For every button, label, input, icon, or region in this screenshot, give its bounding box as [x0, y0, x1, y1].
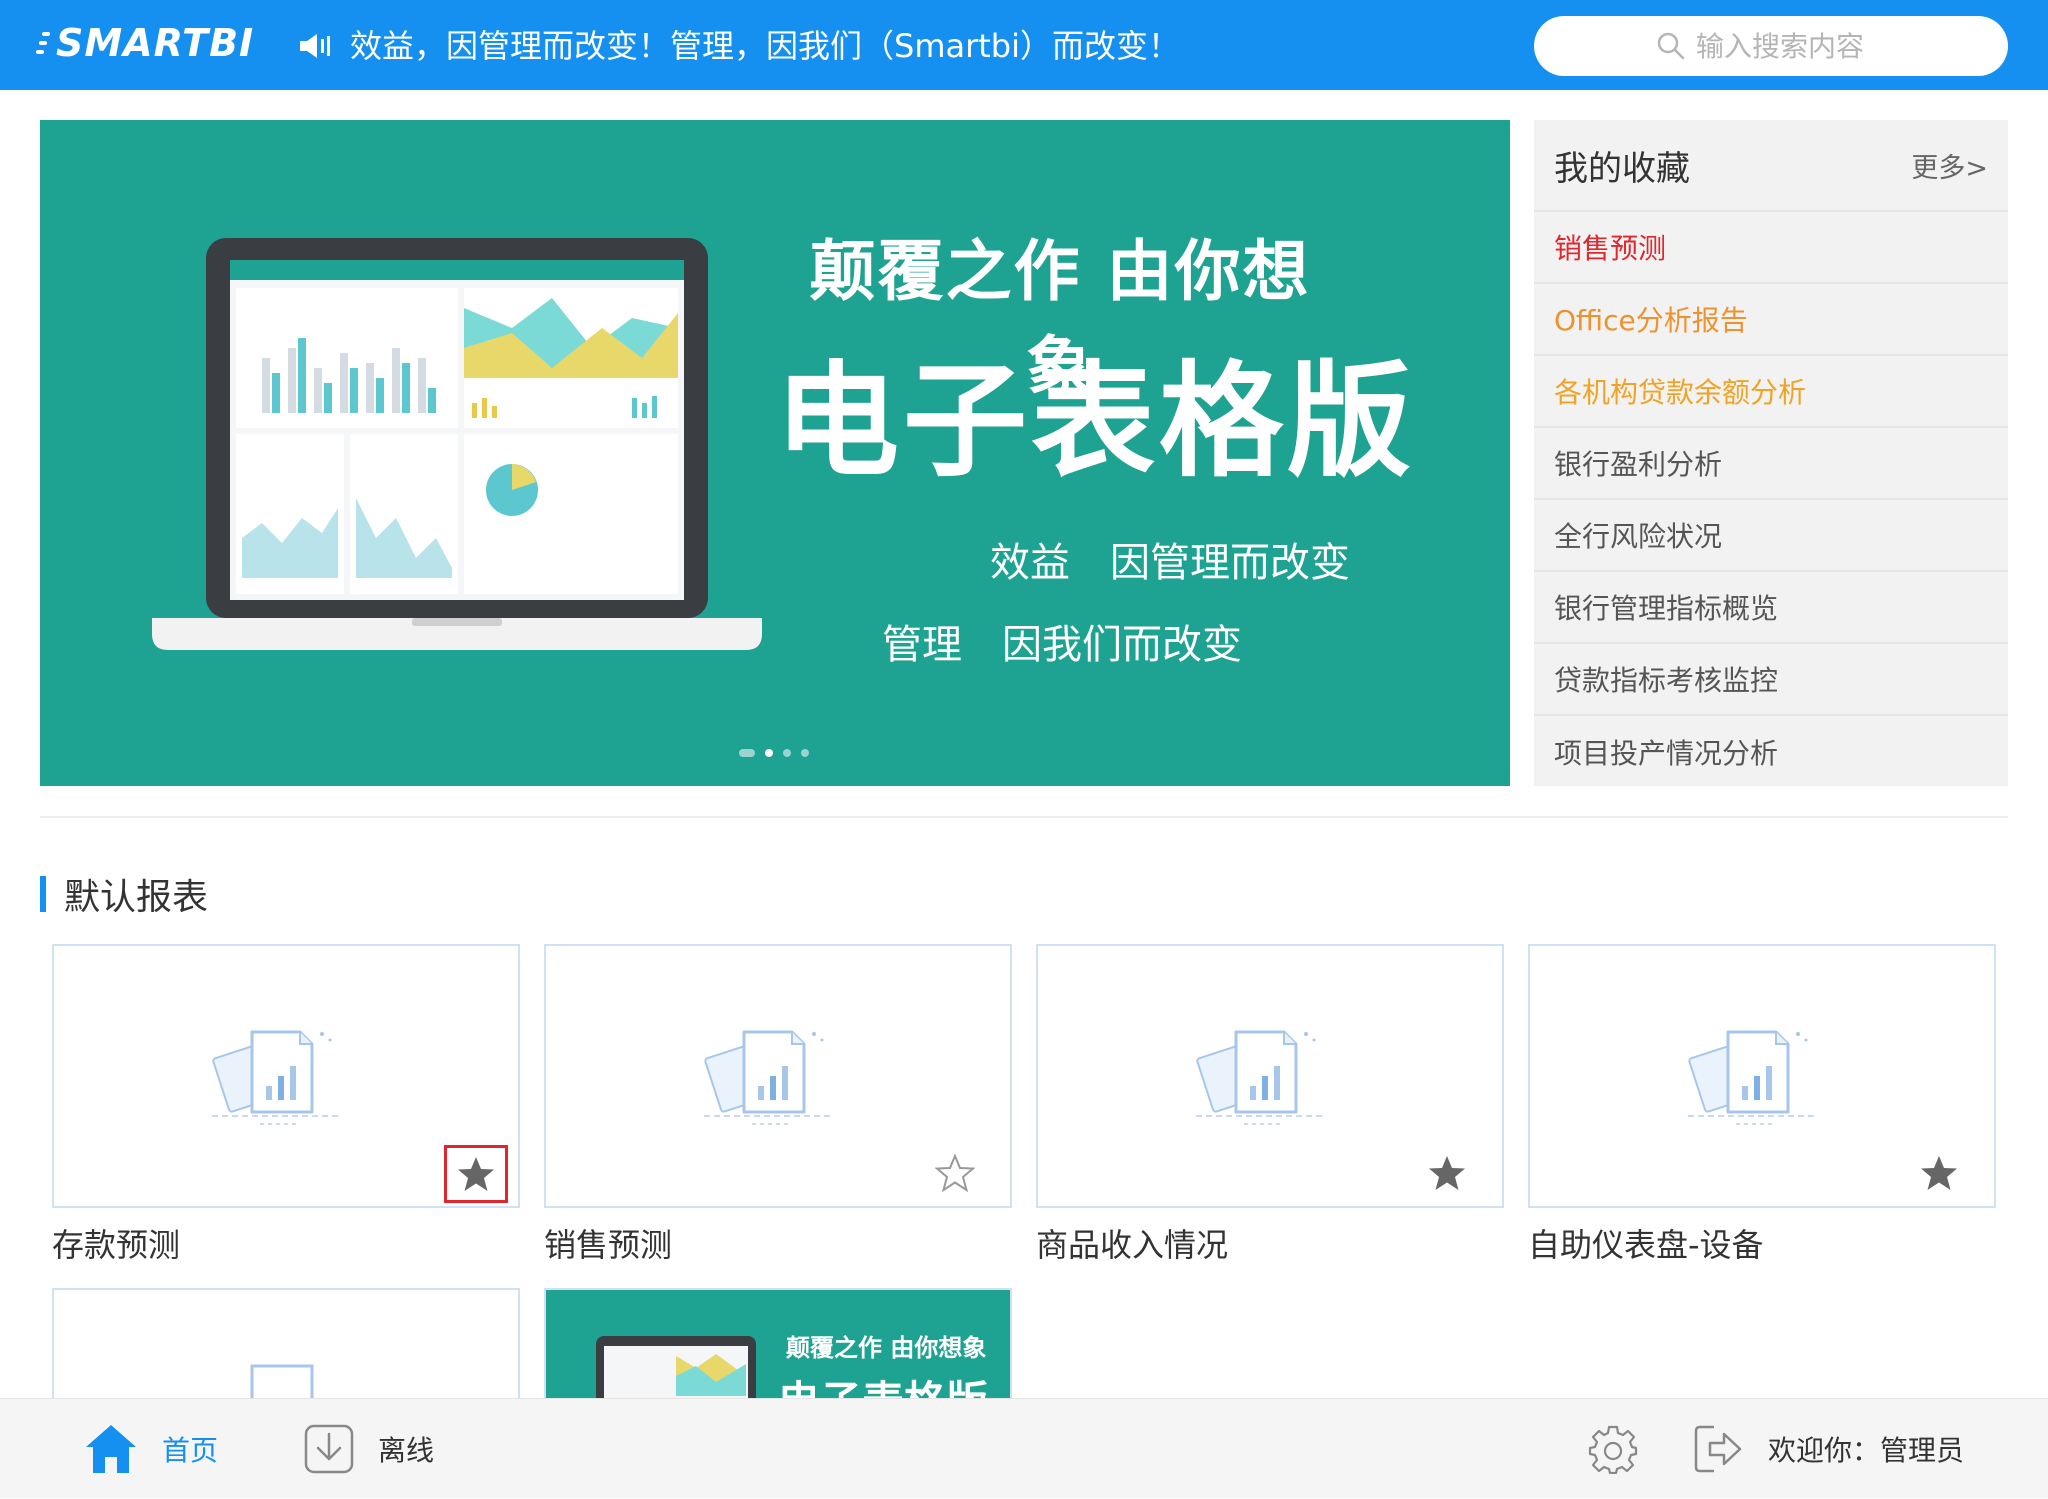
home-icon [86, 1425, 136, 1473]
report-card[interactable] [52, 944, 520, 1208]
section-header: 默认报表 [40, 872, 208, 918]
bottom-navigation: 首页 离线 欢迎你：管理员 [0, 1398, 2048, 1498]
report-card[interactable] [1036, 944, 1504, 1208]
welcome-text: 欢迎你：管理员 [1768, 1434, 1965, 1467]
report-card[interactable] [1528, 944, 1996, 1208]
star-filled-icon[interactable] [1917, 1151, 1961, 1195]
report-document-icon [212, 1028, 342, 1128]
thumbnail-subtitle: 颠覆之作 由你想象 [786, 1334, 987, 1362]
report-card[interactable] [544, 944, 1012, 1208]
star-filled-icon[interactable] [1425, 1151, 1469, 1195]
report-card-label[interactable]: 商品收入情况 [1036, 1220, 1228, 1266]
search-icon [1657, 32, 1685, 60]
logout-button[interactable]: 欢迎你：管理员 [1692, 1399, 1964, 1499]
banner-title: 电子表格版 [774, 350, 1415, 494]
favorites-header: 我的收藏 更多> [1534, 120, 2008, 212]
carousel-dot[interactable] [783, 749, 791, 757]
top-header: SMARTBI 效益，因管理而改变！管理，因我们（Smartbi）而改变！ [0, 0, 2048, 90]
report-card-label[interactable]: 销售预测 [544, 1220, 672, 1266]
favorite-item[interactable]: 银行盈利分析 [1534, 428, 2008, 500]
carousel-dot[interactable] [765, 749, 773, 757]
carousel-dot[interactable] [801, 749, 809, 757]
favorite-item[interactable]: 银行管理指标概览 [1534, 572, 2008, 644]
favorite-item[interactable]: 项目投产情况分析 [1534, 716, 2008, 788]
banner-slogan-2: 管理 因我们而改变 [882, 622, 1242, 668]
smartbi-logo[interactable]: SMARTBI [36, 18, 255, 68]
favorite-item[interactable]: Office分析报告 [1534, 284, 2008, 356]
megaphone-icon [300, 34, 330, 58]
settings-button[interactable] [1588, 1399, 1662, 1499]
report-document-icon [1688, 1028, 1818, 1128]
nav-home[interactable]: 首页 [84, 1399, 218, 1499]
laptop-dashboard-illustration [152, 238, 762, 650]
favorite-item[interactable]: 各机构贷款余额分析 [1534, 356, 2008, 428]
carousel-dot[interactable] [739, 749, 755, 757]
favorite-item[interactable]: 全行风险状况 [1534, 500, 2008, 572]
report-document-icon [704, 1028, 834, 1128]
carousel-indicator [739, 749, 809, 757]
report-document-icon [1196, 1028, 1326, 1128]
favorites-list: 销售预测 Office分析报告 各机构贷款余额分析 银行盈利分析 全行风险状况 银行管理指… [1534, 212, 2008, 788]
logout-icon [1694, 1425, 1742, 1473]
nav-offline-label: 离线 [378, 1434, 435, 1467]
favorites-title: 我的收藏 [1554, 148, 1690, 189]
logo-text: SMARTBI [56, 21, 255, 65]
nav-offline[interactable]: 离线 [304, 1399, 434, 1499]
download-icon [304, 1424, 354, 1474]
search-input[interactable] [1696, 29, 1886, 63]
star-filled-icon[interactable] [444, 1145, 508, 1203]
star-outline-icon[interactable] [933, 1151, 977, 1195]
announcement-text: 效益，因管理而改变！管理，因我们（Smartbi）而改变！ [350, 27, 1181, 65]
favorite-item[interactable]: 贷款指标考核监控 [1534, 644, 2008, 716]
report-card-label[interactable]: 存款预测 [52, 1220, 180, 1266]
search-box[interactable] [1534, 16, 2008, 76]
favorites-panel: 我的收藏 更多> 销售预测 Office分析报告 各机构贷款余额分析 银行盈利分析 全行… [1534, 120, 2008, 786]
section-accent-bar [40, 876, 46, 912]
favorite-item[interactable]: 销售预测 [1534, 212, 2008, 284]
banner-slogan-1: 效益 因管理而改变 [990, 540, 1350, 586]
promo-banner[interactable]: 颠覆之作 由你想象 电子表格版 效益 因管理而改变 管理 因我们而改变 [40, 120, 1510, 786]
gear-icon [1588, 1425, 1638, 1474]
nav-home-label: 首页 [162, 1434, 219, 1467]
section-divider [40, 816, 2008, 818]
logo-mark-icon [36, 28, 54, 58]
report-card-label[interactable]: 自助仪表盘-设备 [1528, 1220, 1764, 1266]
section-title: 默认报表 [64, 877, 209, 918]
favorites-more-link[interactable]: 更多> [1911, 146, 1988, 185]
